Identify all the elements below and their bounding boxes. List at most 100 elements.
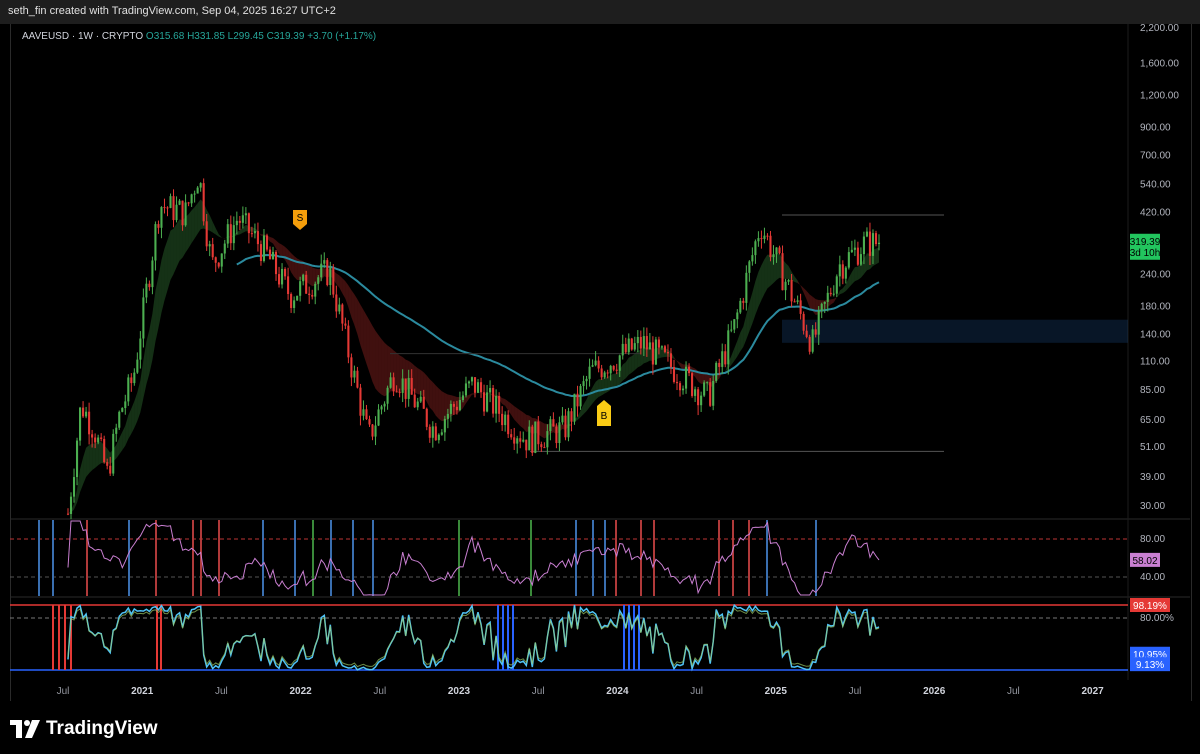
x-tick-label: Jul (215, 686, 228, 697)
candle-body (314, 283, 317, 297)
ema-ribbon-segment (357, 299, 361, 346)
candle-body (742, 300, 745, 303)
ema-ribbon-segment (131, 401, 135, 434)
candle-body (507, 414, 510, 435)
stoch-signal-bar (52, 605, 54, 670)
candle-body (305, 274, 308, 294)
ema-ribbon-segment (764, 254, 768, 294)
candle-body (597, 360, 600, 369)
candle-body (546, 431, 549, 448)
stoch-d-line (67, 607, 880, 668)
candle-body (479, 382, 483, 393)
ema-ribbon-segment (435, 385, 439, 419)
y-tick-label: 30.00 (1140, 501, 1165, 512)
ema-ribbon-segment (128, 408, 132, 439)
candle-body (660, 346, 663, 348)
x-tick-label: 2021 (131, 686, 154, 697)
rsi-signal-bar (38, 520, 40, 596)
ema-ribbon-segment (517, 408, 521, 426)
candle-body (748, 261, 751, 273)
open-value: O315.68 (145, 31, 185, 42)
rsi-signal-bar (748, 520, 750, 596)
rsi-signal-bar (192, 520, 194, 596)
candle-body (537, 421, 540, 445)
candle-body (703, 382, 706, 396)
tradingview-logo[interactable]: TradingView (10, 718, 158, 740)
ema-ribbon-segment (269, 237, 274, 244)
candle-body (811, 329, 814, 352)
ema-ribbon-segment (839, 288, 843, 295)
rsi-signal-bar (604, 520, 606, 596)
ema-ribbon-segment (176, 219, 180, 268)
footer (0, 701, 1200, 754)
candle-body (250, 233, 253, 235)
candle-body (745, 272, 748, 303)
candle-body (82, 407, 85, 417)
ema-ribbon-segment (119, 431, 123, 455)
ema-ribbon-segment (191, 207, 195, 243)
candle-body (127, 377, 130, 402)
candle-body (760, 238, 763, 240)
ema-ribbon-segment (369, 320, 373, 382)
candle-body (510, 434, 513, 438)
candle-body (211, 244, 214, 258)
ema-ribbon-segment (86, 445, 90, 477)
ema-ribbon-segment (378, 335, 382, 395)
x-tick-label: Jul (1007, 686, 1020, 697)
candle-body (552, 419, 555, 427)
candle-body (136, 359, 139, 373)
ema-ribbon-segment (336, 273, 340, 288)
candle-body (464, 383, 468, 396)
y-tick-label: 110.00 (1140, 356, 1170, 367)
bar-countdown: 3d 10h (1130, 248, 1161, 259)
rsi-signal-bar (718, 520, 720, 596)
candle-body (265, 235, 269, 250)
candle-body (585, 378, 588, 382)
ema-ribbon-segment (857, 264, 861, 280)
candle-body (392, 377, 395, 392)
x-tick-label: Jul (57, 686, 70, 697)
candle-body (323, 260, 326, 264)
candle-body (142, 297, 145, 339)
candle-body (467, 381, 471, 384)
y-tick-label: 65.00 (1140, 415, 1165, 426)
candle-body (763, 235, 766, 239)
ema-ribbon-segment (342, 278, 346, 299)
candle-body (522, 439, 525, 442)
ema-ribbon-segment (511, 403, 515, 420)
ema-ribbon-segment (520, 410, 524, 429)
candle-body (247, 213, 250, 234)
candle-body (311, 295, 314, 297)
candle-body (262, 235, 266, 261)
candle-body (775, 247, 778, 255)
candle-body (148, 283, 151, 288)
candle-body (139, 338, 142, 360)
ema-ribbon-segment (158, 260, 162, 328)
ema-ribbon-segment (89, 443, 93, 474)
candle-body (470, 377, 474, 382)
candle-body (458, 400, 461, 411)
ema-ribbon-segment (354, 294, 358, 335)
ema-ribbon-segment (734, 340, 738, 361)
candle-body (449, 403, 452, 414)
price-chart[interactable]: 2,200.00 1,600.00 1,200.00 900.00 700.00 540.… (0, 0, 1200, 701)
stoch-b-label: 9.13% (1136, 660, 1164, 671)
stoch-signal-bar (156, 605, 158, 670)
candle-body (109, 465, 112, 474)
candle-body (799, 300, 802, 314)
rsi-line (67, 520, 880, 596)
rsi-signal-bar (262, 520, 264, 596)
candle-body (853, 247, 856, 250)
candle-body (287, 276, 290, 295)
ema-ribbon-segment (149, 313, 153, 374)
candle-body (576, 393, 579, 407)
candle-body (235, 220, 238, 226)
ema-ribbon-segment (731, 348, 735, 366)
ema-ribbon-segment (803, 287, 807, 300)
ema-ribbon-segment (429, 379, 433, 411)
candle-body (531, 426, 534, 453)
candle-body (350, 357, 353, 378)
candle-body (124, 401, 127, 409)
candle-body (534, 421, 537, 453)
candle-body (498, 395, 501, 414)
